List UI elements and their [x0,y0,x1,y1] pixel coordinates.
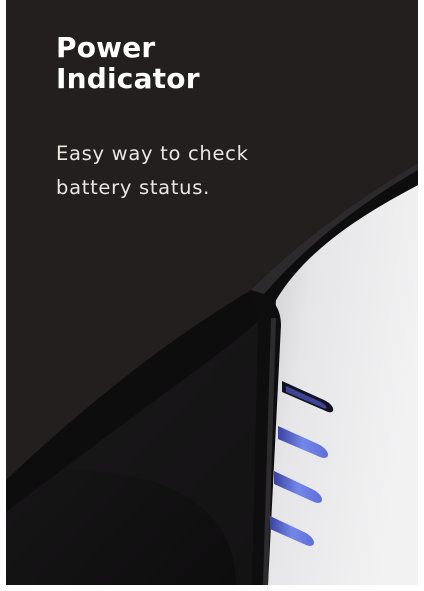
subtitle-line-2: battery status. [56,176,210,199]
title-line-1: Power [56,31,156,64]
subtitle-line-1: Easy way to check [56,142,249,165]
page-title: Power Indicator [56,31,356,95]
promo-card: Power Indicator Easy way to check batter… [0,0,424,591]
promo-panel: Power Indicator Easy way to check batter… [6,0,418,585]
title-line-2: Indicator [56,61,200,95]
page-subtitle: Easy way to check battery status. [56,137,316,205]
